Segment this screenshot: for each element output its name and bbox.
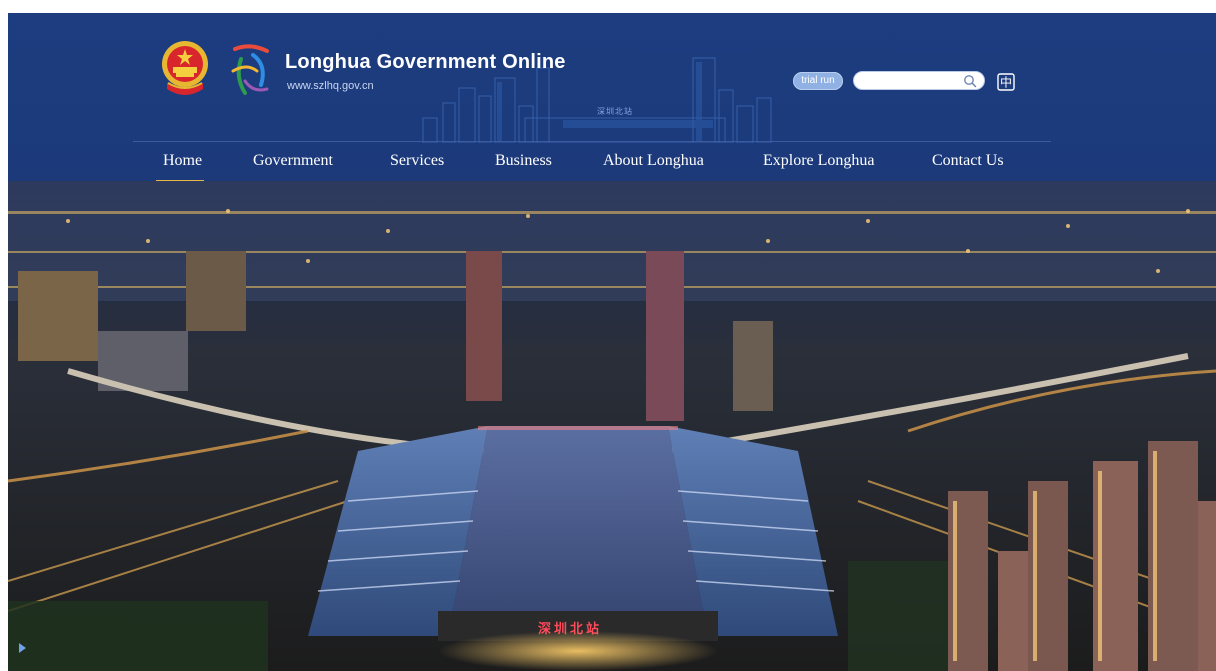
search-icon[interactable] [963, 74, 977, 88]
trial-run-badge: trial run [793, 72, 843, 90]
carousel-play-icon[interactable] [19, 643, 26, 653]
skyline-sign-text: 深圳北站 [597, 106, 633, 116]
nav-item-about-longhua[interactable]: About Longhua [603, 152, 704, 170]
site-header: 深圳北站 Longhua Government Online www.szlhq… [8, 13, 1216, 182]
nav-item-government[interactable]: Government [253, 152, 333, 170]
longhua-logo-icon [231, 44, 269, 95]
nav-item-services[interactable]: Services [390, 152, 444, 170]
site-url[interactable]: www.szlhq.gov.cn [287, 80, 374, 92]
site-title[interactable]: Longhua Government Online [285, 51, 566, 74]
language-toggle-label: 中 [1000, 75, 1012, 90]
main-nav: Home Government Services Business About … [133, 141, 1051, 182]
search-input[interactable] [862, 73, 962, 88]
hero-city-photo[interactable]: 深圳北站 [8, 181, 1216, 671]
nav-item-explore-longhua[interactable]: Explore Longhua [763, 152, 875, 170]
chinese-language-icon[interactable]: 中 [997, 73, 1015, 91]
nav-item-home[interactable]: Home [163, 152, 202, 170]
search-box [853, 71, 985, 90]
nav-item-contact-us[interactable]: Contact Us [932, 152, 1004, 170]
national-emblem-icon [162, 41, 208, 95]
page-frame: 深圳北站 Longhua Government Online www.szlhq… [8, 13, 1216, 671]
nav-item-business[interactable]: Business [495, 152, 552, 170]
